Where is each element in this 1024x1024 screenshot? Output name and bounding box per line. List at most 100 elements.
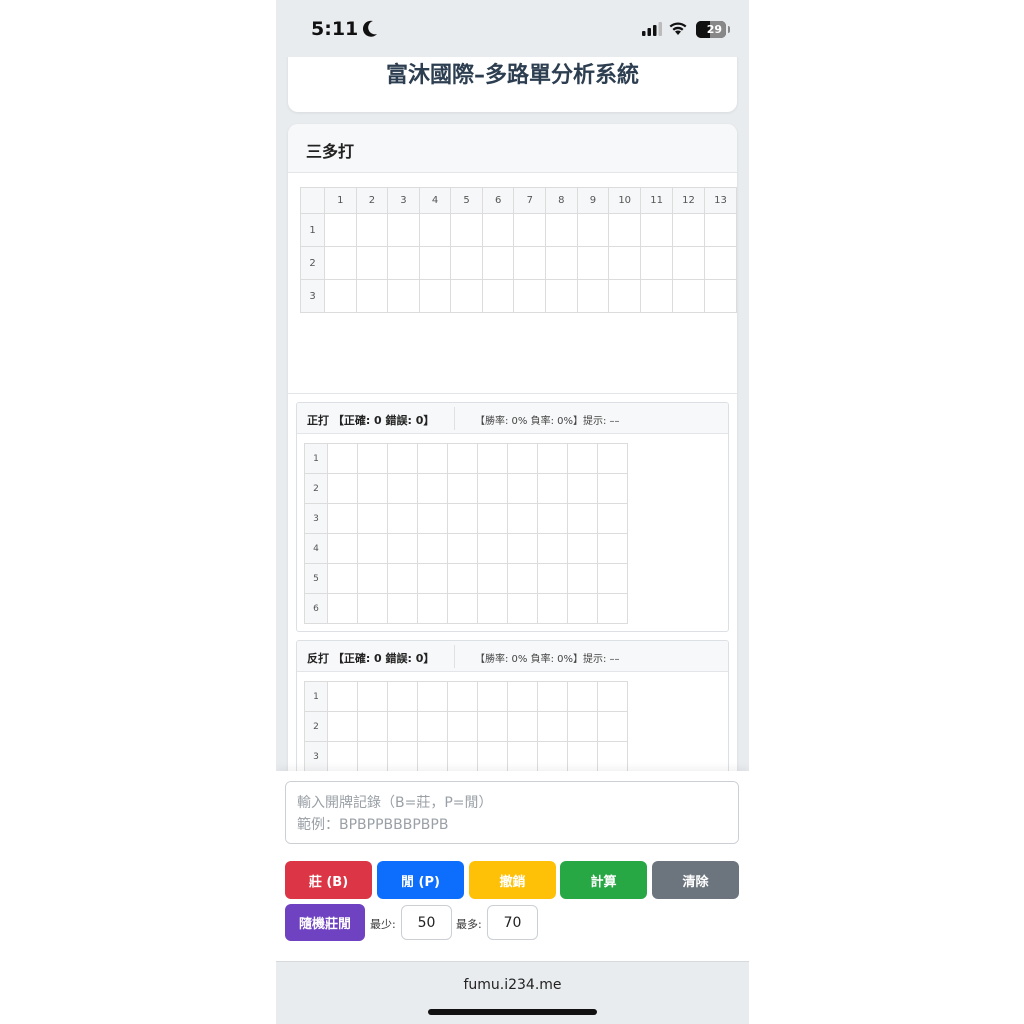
grid-cell: [672, 213, 705, 247]
max-label: 最多:: [456, 918, 482, 931]
max-input[interactable]: [487, 905, 538, 940]
grid-cell: [597, 593, 628, 624]
grid-cell: [387, 443, 418, 474]
row-header: 3: [304, 741, 328, 771]
browser-address-bar[interactable]: fumu.i234.me: [276, 961, 749, 1024]
grid-cell: [355, 213, 389, 247]
battery-icon: 29: [696, 21, 726, 38]
home-indicator[interactable]: [428, 1009, 597, 1015]
grid-cell: [357, 503, 388, 534]
grid-cell: [387, 246, 420, 280]
grid-cell: [576, 246, 610, 280]
row-header: 1: [299, 213, 326, 247]
grid-cell: [447, 711, 478, 742]
grid-cell: [567, 681, 598, 712]
grid-cell: [597, 681, 628, 712]
random-button[interactable]: 隨機莊閒: [285, 904, 365, 941]
grid-cell: [537, 443, 568, 474]
fan-title: 反打 【正確: 0 錯誤: 0】: [307, 652, 435, 665]
grid-cell: [507, 473, 538, 504]
column-header: 12: [672, 187, 705, 214]
grid-cell: [507, 443, 538, 474]
grid-cell: [447, 533, 478, 564]
grid-row: 3: [304, 741, 628, 771]
grid-cell: [703, 279, 737, 313]
grid-cell: [513, 213, 547, 247]
record-input[interactable]: [285, 781, 739, 844]
grid-cell: [327, 681, 358, 712]
main-road-area[interactable]: 1 2 3 4 5 6 7 8 9 10 11 12 13 123: [288, 176, 737, 394]
cellular-signal-icon: [642, 22, 662, 36]
column-header: 6: [481, 187, 515, 214]
clear-button[interactable]: 清除: [652, 861, 739, 899]
grid-cell: [418, 279, 452, 313]
grid-cell: [477, 593, 508, 624]
column-header: 8: [545, 187, 578, 214]
grid-cell: [327, 741, 358, 771]
grid-row: 2: [304, 711, 628, 742]
grid-row: 2: [304, 473, 628, 504]
grid-row: 1: [304, 443, 628, 474]
grid-cell: [567, 503, 598, 534]
grid-cell: [703, 246, 737, 280]
grid-cell: [507, 503, 538, 534]
grid-cell: [567, 443, 598, 474]
player-button[interactable]: 閒 (P): [377, 861, 464, 899]
grid-corner: [299, 187, 326, 214]
column-header: 7: [513, 187, 547, 214]
header-divider: [454, 645, 455, 668]
grid-cell: [567, 473, 598, 504]
grid-cell: [477, 563, 508, 594]
grid-cell: [507, 593, 538, 624]
grid-cell: [672, 246, 705, 280]
grid-cell: [417, 563, 448, 594]
section-title: 三多打: [306, 142, 355, 161]
browser-url[interactable]: fumu.i234.me: [276, 977, 749, 993]
min-label: 最少:: [370, 918, 396, 931]
grid-cell: [597, 443, 628, 474]
battery-level: 29: [706, 23, 722, 36]
grid-cell: [327, 593, 358, 624]
grid-cell: [387, 563, 418, 594]
grid-cell: [567, 593, 598, 624]
page-content[interactable]: 富沐國際–多路單分析系統 三多打 1 2 3 4 5 6 7 8 9 10 11 12 13 123 正…: [276, 57, 749, 771]
grid-cell: [357, 563, 388, 594]
grid-cell: [477, 443, 508, 474]
grid-cell: [597, 533, 628, 564]
grid-row: 3: [304, 503, 628, 534]
grid-cell: [417, 473, 448, 504]
grid-cell: [507, 711, 538, 742]
grid-cell: [537, 533, 568, 564]
grid-cell: [703, 213, 737, 247]
grid-cell: [537, 473, 568, 504]
grid-cell: [597, 473, 628, 504]
grid-cell: [357, 593, 388, 624]
grid-cell: [608, 213, 642, 247]
grid-cell: [327, 533, 358, 564]
grid-cell: [387, 213, 420, 247]
grid-cell: [387, 711, 418, 742]
moon-icon: [362, 20, 377, 37]
grid-cell: [355, 279, 389, 313]
grid-cell: [597, 563, 628, 594]
grid-cell: [597, 741, 628, 771]
row-header: 4: [304, 533, 328, 564]
column-header: 4: [418, 187, 452, 214]
undo-button[interactable]: 撤銷: [469, 861, 556, 899]
min-input[interactable]: [401, 905, 452, 940]
grid-cell: [417, 503, 448, 534]
grid-cell: [672, 279, 705, 313]
grid-cell: [357, 711, 388, 742]
grid-cell: [537, 741, 568, 771]
grid-cell: [597, 503, 628, 534]
section-header: 三多打: [288, 124, 737, 173]
grid-cell: [640, 213, 674, 247]
grid-cell: [576, 279, 610, 313]
grid-cell: [450, 246, 483, 280]
grid-cell: [417, 443, 448, 474]
grid-cell: [477, 533, 508, 564]
banker-button[interactable]: 莊 (B): [285, 861, 372, 899]
grid-cell: [387, 473, 418, 504]
grid-cell: [447, 563, 478, 594]
calculate-button[interactable]: 計算: [560, 861, 647, 899]
